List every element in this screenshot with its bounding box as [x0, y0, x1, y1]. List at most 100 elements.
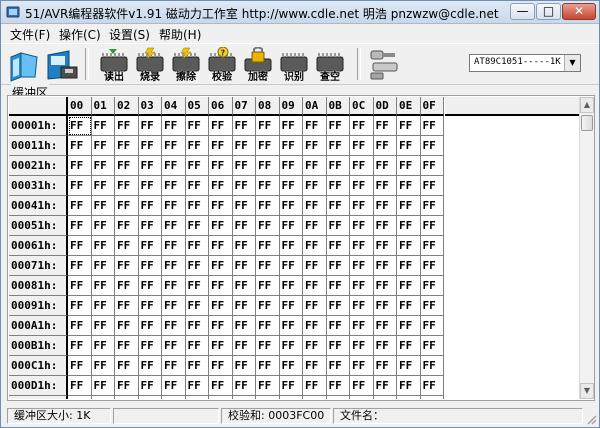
hex-cell[interactable]: FF: [256, 376, 280, 396]
hex-cell[interactable]: FF: [162, 116, 186, 136]
identify-button[interactable]: 识别: [277, 47, 311, 83]
menu-help[interactable]: 帮助(H): [159, 26, 201, 43]
hex-cell[interactable]: FF: [185, 316, 209, 336]
hex-cell[interactable]: FF: [303, 276, 327, 296]
hex-cell[interactable]: FF: [185, 216, 209, 236]
hex-cell[interactable]: FF: [373, 256, 397, 276]
hex-cell[interactable]: FF: [421, 396, 444, 399]
hex-cell[interactable]: FF: [420, 176, 444, 196]
hex-cell[interactable]: FF: [279, 296, 303, 316]
hex-cell[interactable]: FF: [138, 216, 162, 236]
hex-cell[interactable]: FF: [162, 356, 186, 376]
hex-cell[interactable]: FF: [256, 136, 280, 156]
hex-cell[interactable]: FF: [209, 256, 233, 276]
hex-cell[interactable]: FF: [326, 296, 350, 316]
hex-cell[interactable]: FF: [350, 136, 374, 156]
hex-cell[interactable]: FF: [420, 136, 444, 156]
hex-cell[interactable]: FF: [256, 276, 280, 296]
hex-cell[interactable]: FF: [350, 376, 374, 396]
hex-cell[interactable]: FF: [303, 196, 327, 216]
hex-cell[interactable]: FF: [232, 376, 256, 396]
hex-cell[interactable]: FF: [138, 336, 162, 356]
hex-cell[interactable]: FF: [91, 296, 115, 316]
hex-cell[interactable]: FF: [115, 256, 139, 276]
hex-cell[interactable]: FF: [185, 356, 209, 376]
hex-cell[interactable]: FF: [91, 236, 115, 256]
hex-cell[interactable]: FF: [350, 156, 374, 176]
hex-cell[interactable]: FF: [185, 236, 209, 256]
hex-cell[interactable]: FF: [162, 176, 186, 196]
blank-check-button[interactable]: 查空: [313, 47, 347, 83]
hex-cell[interactable]: FF: [138, 256, 162, 276]
hex-cell[interactable]: FF: [91, 316, 115, 336]
hex-cell[interactable]: FF: [326, 276, 350, 296]
hex-cell[interactable]: FF: [91, 216, 115, 236]
hex-cell[interactable]: FF: [326, 156, 350, 176]
hex-cell[interactable]: FF: [279, 196, 303, 216]
hex-cell[interactable]: FF: [279, 176, 303, 196]
hex-cell[interactable]: FF: [397, 356, 421, 376]
hex-cell[interactable]: FF: [256, 396, 280, 399]
hex-cell[interactable]: FF: [162, 136, 186, 156]
hex-cell[interactable]: FF: [115, 396, 139, 399]
hex-cell[interactable]: FF: [91, 256, 115, 276]
hex-cell[interactable]: FF: [420, 376, 444, 396]
hex-cell[interactable]: FF: [115, 316, 139, 336]
hex-cell[interactable]: FF: [209, 216, 233, 236]
hex-cell[interactable]: FF: [209, 316, 233, 336]
hex-cell[interactable]: FF: [279, 316, 303, 336]
hex-cell[interactable]: FF: [397, 376, 421, 396]
hex-cell[interactable]: FF: [326, 316, 350, 336]
hex-cell[interactable]: FF: [232, 236, 256, 256]
hex-cell[interactable]: FF: [162, 316, 186, 336]
hex-cell[interactable]: FF: [303, 296, 327, 316]
hex-cell[interactable]: FF: [209, 376, 233, 396]
hex-cell[interactable]: FF: [350, 176, 374, 196]
hex-cell[interactable]: FF: [209, 116, 233, 136]
vertical-scrollbar[interactable]: ▲ ▼: [579, 97, 594, 399]
hex-cell[interactable]: FF: [256, 236, 280, 256]
hex-cell[interactable]: FF: [68, 156, 92, 176]
hex-cell[interactable]: FF: [397, 336, 421, 356]
port-settings-button[interactable]: [367, 47, 401, 82]
hex-cell[interactable]: FF: [397, 216, 421, 236]
hex-cell[interactable]: FF: [115, 356, 139, 376]
hex-cell[interactable]: FF: [397, 276, 421, 296]
hex-cell[interactable]: FF: [373, 116, 397, 136]
hex-cell[interactable]: FF: [185, 176, 209, 196]
hex-cell[interactable]: FF: [350, 396, 374, 399]
hex-cell[interactable]: FF: [162, 376, 186, 396]
hex-cell[interactable]: FF: [68, 336, 92, 356]
hex-cell[interactable]: FF: [397, 296, 421, 316]
hex-cell[interactable]: FF: [209, 236, 233, 256]
hex-cell[interactable]: FF: [92, 396, 115, 399]
hex-cell[interactable]: FF: [138, 376, 162, 396]
hex-cell[interactable]: FF: [185, 196, 209, 216]
hex-cell[interactable]: FF: [350, 356, 374, 376]
hex-cell[interactable]: FF: [68, 136, 92, 156]
hex-cell[interactable]: FF: [138, 236, 162, 256]
hex-cell[interactable]: FF: [420, 356, 444, 376]
hex-cell[interactable]: FF: [232, 316, 256, 336]
hex-cell[interactable]: FF: [397, 116, 421, 136]
hex-cell[interactable]: FF: [279, 276, 303, 296]
verify-button[interactable]: ? 校验: [205, 47, 239, 83]
hex-cell[interactable]: FF: [162, 156, 186, 176]
erase-button[interactable]: 擦除: [169, 47, 203, 83]
hex-cell[interactable]: FF: [68, 196, 92, 216]
hex-cell[interactable]: FF: [373, 196, 397, 216]
hex-cell[interactable]: FF: [209, 336, 233, 356]
hex-cell[interactable]: FF: [420, 256, 444, 276]
encrypt-button[interactable]: 加密: [241, 47, 275, 83]
hex-cell[interactable]: FF: [233, 396, 256, 399]
hex-cell[interactable]: FF: [91, 176, 115, 196]
hex-cell[interactable]: FF: [256, 336, 280, 356]
hex-cell[interactable]: FF: [420, 296, 444, 316]
hex-cell[interactable]: FF: [162, 336, 186, 356]
hex-cell[interactable]: FF: [91, 356, 115, 376]
hex-cell[interactable]: FF: [373, 376, 397, 396]
hex-cell[interactable]: FF: [162, 256, 186, 276]
hex-cell[interactable]: FF: [350, 276, 374, 296]
hex-cell[interactable]: FF: [280, 396, 303, 399]
hex-cell[interactable]: FF: [232, 336, 256, 356]
